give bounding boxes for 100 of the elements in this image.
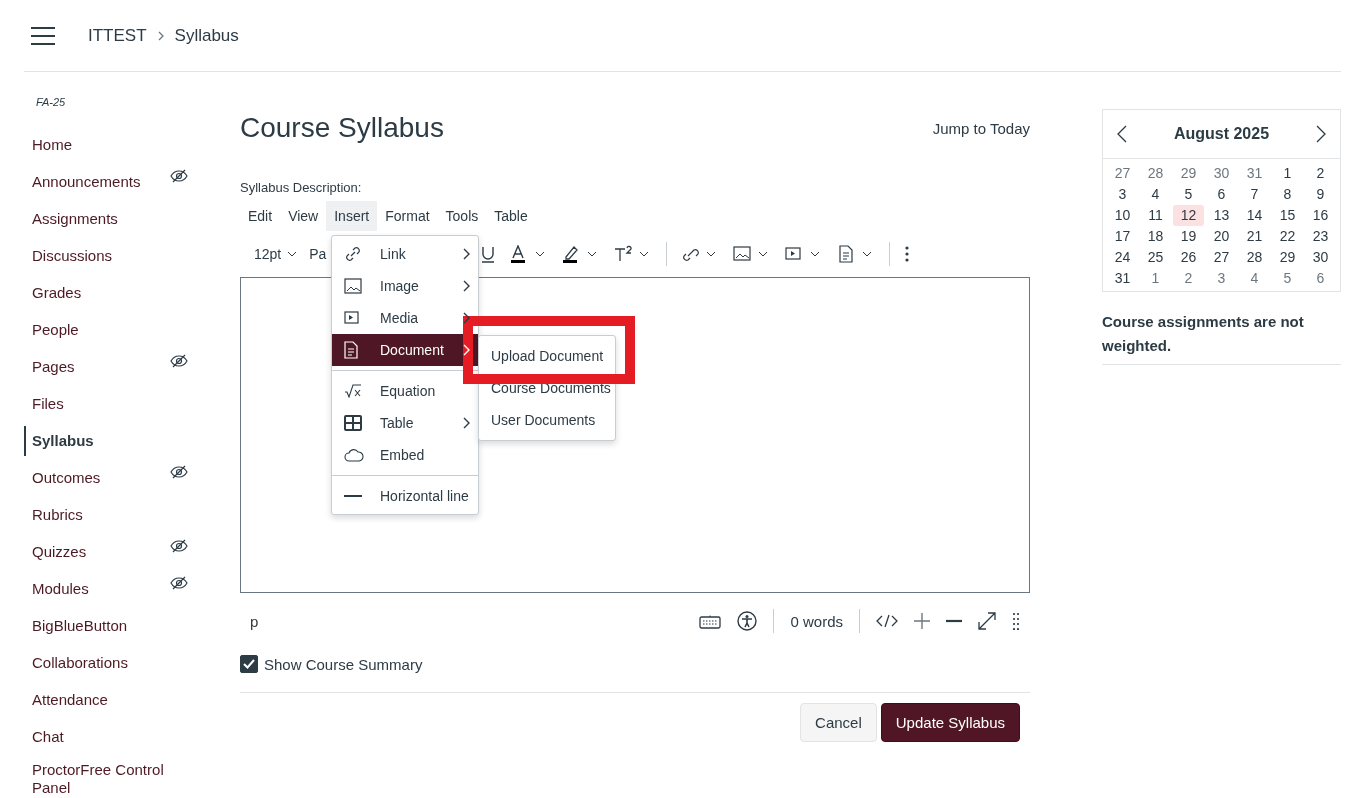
calendar-day[interactable]: 15 xyxy=(1272,205,1303,226)
sidebar-item[interactable]: Rubrics xyxy=(24,499,83,530)
menu-item[interactable]: Embed xyxy=(332,439,478,471)
calendar-day[interactable]: 1 xyxy=(1272,163,1303,184)
calendar-day[interactable]: 9 xyxy=(1305,184,1336,205)
calendar-day[interactable]: 5 xyxy=(1173,184,1204,205)
calendar-day[interactable]: 12 xyxy=(1173,205,1204,226)
calendar-day[interactable]: 27 xyxy=(1107,163,1138,184)
sidebar-item[interactable]: Pages xyxy=(24,351,75,382)
calendar-day[interactable]: 1 xyxy=(1140,268,1171,289)
calendar-day[interactable]: 18 xyxy=(1140,226,1171,247)
menubar-item[interactable]: Table xyxy=(486,201,536,231)
calendar-day[interactable]: 6 xyxy=(1206,184,1237,205)
calendar-day[interactable]: 7 xyxy=(1239,184,1270,205)
calendar-day[interactable]: 23 xyxy=(1305,226,1336,247)
menubar-item[interactable]: Insert xyxy=(326,201,378,231)
menu-item[interactable]: Horizontal line xyxy=(332,475,478,512)
keyboard-icon[interactable] xyxy=(699,613,722,629)
calendar-day[interactable]: 21 xyxy=(1239,226,1270,247)
calendar-day[interactable]: 16 xyxy=(1305,205,1336,226)
sidebar-item[interactable]: Collaborations xyxy=(24,647,128,678)
previous-month-icon[interactable] xyxy=(1117,125,1127,143)
calendar-day[interactable]: 28 xyxy=(1140,163,1171,184)
calendar-day[interactable]: 20 xyxy=(1206,226,1237,247)
menubar-item[interactable]: Edit xyxy=(240,201,281,231)
next-month-icon[interactable] xyxy=(1316,125,1326,143)
menu-item[interactable]: Link xyxy=(332,238,478,270)
plus-icon[interactable] xyxy=(914,613,930,629)
calendar-day[interactable]: 4 xyxy=(1140,184,1171,205)
sidebar-item[interactable]: Syllabus xyxy=(24,425,94,456)
calendar-day[interactable]: 13 xyxy=(1206,205,1237,226)
calendar-day[interactable]: 22 xyxy=(1272,226,1303,247)
sidebar-item[interactable]: Modules xyxy=(24,573,89,604)
calendar-day[interactable]: 31 xyxy=(1239,163,1270,184)
fullscreen-icon[interactable] xyxy=(978,612,996,630)
chevron-right-icon xyxy=(462,312,470,324)
sidebar-item[interactable]: Files xyxy=(24,388,64,419)
menu-item[interactable]: Image xyxy=(332,270,478,302)
checkbox[interactable] xyxy=(240,655,258,673)
minus-icon[interactable] xyxy=(946,619,962,623)
breadcrumb-link[interactable]: ITTEST xyxy=(88,25,147,46)
calendar-day[interactable]: 31 xyxy=(1107,268,1138,289)
sidebar-item[interactable]: Outcomes xyxy=(24,462,101,493)
calendar-day[interactable]: 14 xyxy=(1239,205,1270,226)
sidebar-item[interactable]: People xyxy=(24,314,79,345)
jump-to-today-link[interactable]: Jump to Today xyxy=(932,119,1030,137)
menubar-item[interactable]: View xyxy=(280,201,327,231)
calendar-day[interactable]: 28 xyxy=(1239,247,1270,268)
resize-handle-icon[interactable] xyxy=(1012,612,1020,630)
calendar-day[interactable]: 8 xyxy=(1272,184,1303,205)
sidebar-item[interactable]: Assignments xyxy=(24,203,118,234)
table-icon xyxy=(344,415,362,431)
accessibility-icon[interactable] xyxy=(737,611,758,631)
menu-item[interactable]: Upload Document xyxy=(479,340,615,372)
calendar-day[interactable]: 2 xyxy=(1173,268,1204,289)
underline-icon[interactable] xyxy=(480,245,497,263)
calendar-day[interactable]: 10 xyxy=(1107,205,1138,226)
calendar-day[interactable]: 17 xyxy=(1107,226,1138,247)
sidebar-item[interactable]: BigBlueButton xyxy=(24,610,128,641)
menu-item[interactable]: Document xyxy=(332,334,478,366)
menu-item[interactable]: User Documents xyxy=(479,404,615,436)
calendar-day[interactable]: 30 xyxy=(1305,247,1336,268)
sidebar-item[interactable]: Grades xyxy=(24,277,82,308)
sidebar-item[interactable]: Announcements xyxy=(24,166,141,197)
calendar-day[interactable]: 29 xyxy=(1173,163,1204,184)
update-button[interactable]: Update Syllabus xyxy=(880,703,1020,742)
font-size-dropdown[interactable]: 12pt xyxy=(248,242,304,266)
sidebar-item[interactable]: ProctorFree Control Panel xyxy=(24,755,188,798)
calendar-day[interactable]: 30 xyxy=(1206,163,1237,184)
calendar-day[interactable]: 2 xyxy=(1305,163,1336,184)
menu-item[interactable]: Table xyxy=(332,407,478,439)
calendar-day[interactable]: 4 xyxy=(1239,268,1270,289)
menu-item[interactable]: Media xyxy=(332,302,478,334)
menu-item[interactable]: Course Documents xyxy=(479,372,615,404)
cancel-button[interactable]: Cancel xyxy=(800,703,877,742)
paragraph-dropdown[interactable]: Pa xyxy=(309,242,333,266)
menubar-item[interactable]: Format xyxy=(377,201,438,231)
sidebar-item[interactable]: Attendance xyxy=(24,684,108,715)
calendar-day[interactable]: 11 xyxy=(1140,205,1171,226)
code-icon[interactable] xyxy=(876,614,898,628)
calendar-day[interactable]: 29 xyxy=(1272,247,1303,268)
sidebar-item[interactable]: Quizzes xyxy=(24,536,87,567)
calendar-day[interactable]: 5 xyxy=(1272,268,1303,289)
sidebar-item[interactable]: Home xyxy=(24,129,72,160)
calendar-day[interactable]: 24 xyxy=(1107,247,1138,268)
breadcrumb-link[interactable]: Syllabus xyxy=(174,25,239,46)
menubar-item[interactable]: Tools xyxy=(437,201,487,231)
calendar-day[interactable]: 3 xyxy=(1206,268,1237,289)
sidebar-item[interactable]: Chat xyxy=(24,721,64,752)
chevron-down-icon xyxy=(287,251,298,257)
calendar-day[interactable]: 3 xyxy=(1107,184,1138,205)
calendar-day[interactable]: 26 xyxy=(1173,247,1204,268)
sidebar-item[interactable]: Discussions xyxy=(24,240,113,271)
more-icon[interactable] xyxy=(904,245,911,263)
calendar-day[interactable]: 27 xyxy=(1206,247,1237,268)
calendar-day[interactable]: 6 xyxy=(1305,268,1336,289)
calendar-day[interactable]: 25 xyxy=(1140,247,1171,268)
menu-icon[interactable] xyxy=(30,26,56,45)
calendar-day[interactable]: 19 xyxy=(1173,226,1204,247)
editor-area[interactable] xyxy=(240,277,1030,593)
